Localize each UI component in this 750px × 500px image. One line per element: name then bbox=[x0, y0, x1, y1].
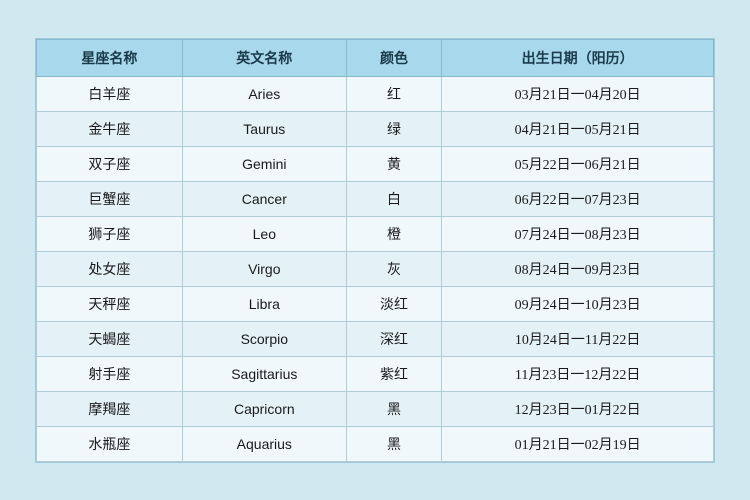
cell-color: 黄 bbox=[346, 146, 441, 181]
cell-english-name: Leo bbox=[182, 216, 346, 251]
header-color: 颜色 bbox=[346, 39, 441, 76]
cell-dates: 11月23日一12月22日 bbox=[442, 356, 714, 391]
cell-english-name: Aries bbox=[182, 76, 346, 111]
cell-color: 紫红 bbox=[346, 356, 441, 391]
cell-english-name: Cancer bbox=[182, 181, 346, 216]
cell-color: 深红 bbox=[346, 321, 441, 356]
table-row: 水瓶座Aquarius黑01月21日一02月19日 bbox=[37, 426, 714, 461]
table-row: 狮子座Leo橙07月24日一08月23日 bbox=[37, 216, 714, 251]
cell-color: 黑 bbox=[346, 426, 441, 461]
cell-chinese-name: 巨蟹座 bbox=[37, 181, 183, 216]
cell-chinese-name: 摩羯座 bbox=[37, 391, 183, 426]
cell-dates: 04月21日一05月21日 bbox=[442, 111, 714, 146]
cell-english-name: Taurus bbox=[182, 111, 346, 146]
table-row: 金牛座Taurus绿04月21日一05月21日 bbox=[37, 111, 714, 146]
cell-chinese-name: 双子座 bbox=[37, 146, 183, 181]
table-header-row: 星座名称 英文名称 颜色 出生日期（阳历） bbox=[37, 39, 714, 76]
cell-color: 灰 bbox=[346, 251, 441, 286]
header-chinese-name: 星座名称 bbox=[37, 39, 183, 76]
cell-chinese-name: 白羊座 bbox=[37, 76, 183, 111]
zodiac-table: 星座名称 英文名称 颜色 出生日期（阳历） 白羊座Aries红03月21日一04… bbox=[36, 39, 714, 462]
table-row: 摩羯座Capricorn黑12月23日一01月22日 bbox=[37, 391, 714, 426]
cell-dates: 08月24日一09月23日 bbox=[442, 251, 714, 286]
cell-dates: 09月24日一10月23日 bbox=[442, 286, 714, 321]
header-english-name: 英文名称 bbox=[182, 39, 346, 76]
table-row: 射手座Sagittarius紫红11月23日一12月22日 bbox=[37, 356, 714, 391]
cell-english-name: Aquarius bbox=[182, 426, 346, 461]
cell-chinese-name: 射手座 bbox=[37, 356, 183, 391]
cell-dates: 07月24日一08月23日 bbox=[442, 216, 714, 251]
cell-english-name: Libra bbox=[182, 286, 346, 321]
cell-chinese-name: 天蝎座 bbox=[37, 321, 183, 356]
table-row: 处女座Virgo灰08月24日一09月23日 bbox=[37, 251, 714, 286]
header-birth-date: 出生日期（阳历） bbox=[442, 39, 714, 76]
cell-chinese-name: 处女座 bbox=[37, 251, 183, 286]
cell-dates: 10月24日一11月22日 bbox=[442, 321, 714, 356]
table-row: 巨蟹座Cancer白06月22日一07月23日 bbox=[37, 181, 714, 216]
cell-chinese-name: 金牛座 bbox=[37, 111, 183, 146]
cell-color: 绿 bbox=[346, 111, 441, 146]
table-row: 双子座Gemini黄05月22日一06月21日 bbox=[37, 146, 714, 181]
cell-dates: 03月21日一04月20日 bbox=[442, 76, 714, 111]
cell-english-name: Scorpio bbox=[182, 321, 346, 356]
cell-color: 橙 bbox=[346, 216, 441, 251]
cell-chinese-name: 天秤座 bbox=[37, 286, 183, 321]
cell-dates: 06月22日一07月23日 bbox=[442, 181, 714, 216]
cell-english-name: Sagittarius bbox=[182, 356, 346, 391]
cell-dates: 01月21日一02月19日 bbox=[442, 426, 714, 461]
cell-dates: 05月22日一06月21日 bbox=[442, 146, 714, 181]
table-row: 天秤座Libra淡红09月24日一10月23日 bbox=[37, 286, 714, 321]
table-row: 天蝎座Scorpio深红10月24日一11月22日 bbox=[37, 321, 714, 356]
table-row: 白羊座Aries红03月21日一04月20日 bbox=[37, 76, 714, 111]
cell-color: 淡红 bbox=[346, 286, 441, 321]
cell-color: 白 bbox=[346, 181, 441, 216]
cell-color: 黑 bbox=[346, 391, 441, 426]
cell-english-name: Capricorn bbox=[182, 391, 346, 426]
cell-color: 红 bbox=[346, 76, 441, 111]
cell-dates: 12月23日一01月22日 bbox=[442, 391, 714, 426]
zodiac-table-container: 星座名称 英文名称 颜色 出生日期（阳历） 白羊座Aries红03月21日一04… bbox=[35, 38, 715, 463]
cell-chinese-name: 狮子座 bbox=[37, 216, 183, 251]
cell-english-name: Gemini bbox=[182, 146, 346, 181]
cell-english-name: Virgo bbox=[182, 251, 346, 286]
cell-chinese-name: 水瓶座 bbox=[37, 426, 183, 461]
table-body: 白羊座Aries红03月21日一04月20日金牛座Taurus绿04月21日一0… bbox=[37, 76, 714, 461]
